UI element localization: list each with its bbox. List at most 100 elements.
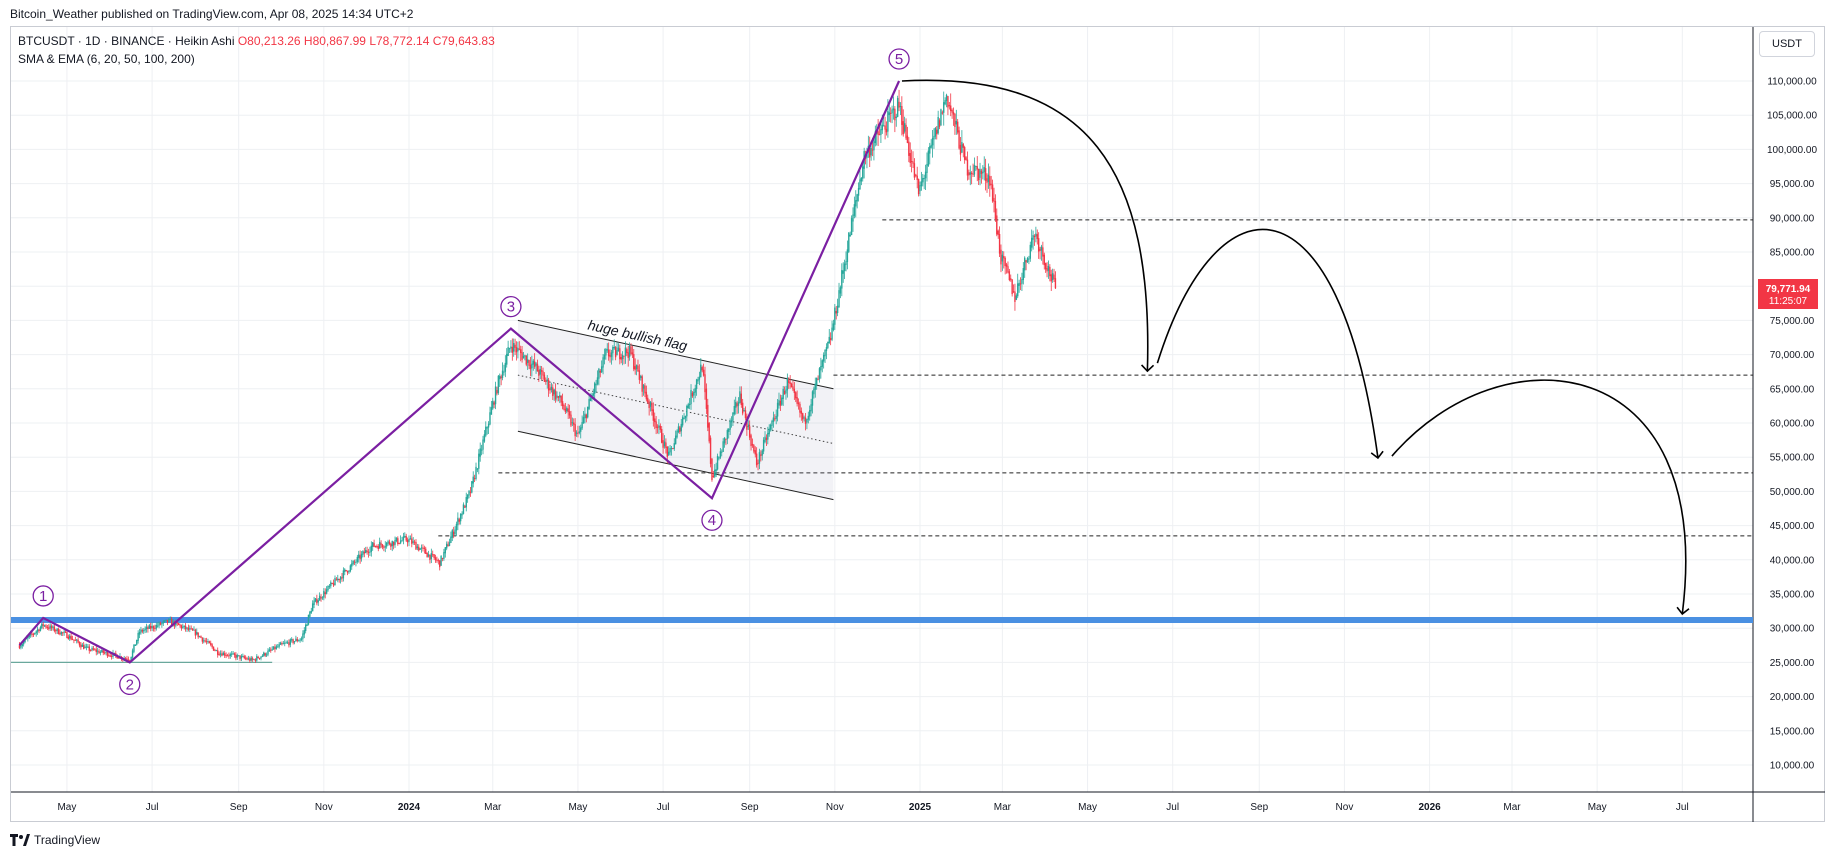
candle-body bbox=[688, 403, 691, 406]
candle-body bbox=[796, 397, 798, 404]
candle-body bbox=[162, 621, 164, 624]
candle-body bbox=[378, 541, 381, 549]
candle-body bbox=[205, 641, 208, 643]
currency-unit-button[interactable]: USDT bbox=[1759, 31, 1815, 57]
candle-body bbox=[337, 578, 339, 581]
candle-body bbox=[972, 173, 974, 175]
price-axis-ticks: 110,000.00 105,000.00 100,000.00 95,000.00 9… bbox=[1767, 77, 1817, 772]
candle-body bbox=[327, 585, 329, 591]
grid bbox=[11, 27, 1753, 792]
candle-body bbox=[151, 625, 153, 629]
candle-body bbox=[292, 639, 294, 643]
candle-body bbox=[747, 426, 749, 428]
candle-body bbox=[669, 448, 671, 453]
candle-body bbox=[77, 639, 79, 643]
candle-body bbox=[402, 536, 405, 541]
candle-body bbox=[730, 420, 733, 423]
candle-body bbox=[478, 453, 480, 469]
candle-body bbox=[50, 626, 53, 629]
candle-body bbox=[239, 655, 241, 660]
candle-body bbox=[373, 543, 375, 547]
candle-body bbox=[222, 652, 225, 656]
candle-body bbox=[215, 650, 218, 652]
wave-label-1: 1 bbox=[39, 588, 47, 605]
candle-body bbox=[891, 109, 893, 114]
candle-body bbox=[990, 183, 992, 185]
candle-body bbox=[443, 551, 445, 559]
candle-body bbox=[500, 376, 502, 379]
candle-body bbox=[45, 625, 47, 628]
candle-body bbox=[80, 644, 82, 648]
candle-body bbox=[408, 539, 410, 542]
candle-body bbox=[681, 417, 684, 426]
candle-body bbox=[154, 628, 156, 630]
candle-body bbox=[661, 429, 663, 443]
candle-body bbox=[628, 344, 631, 357]
candle-body bbox=[993, 197, 995, 202]
candle-body bbox=[338, 578, 340, 580]
candle-body bbox=[272, 646, 275, 650]
candle-body bbox=[536, 363, 539, 372]
candle-body bbox=[552, 387, 554, 397]
candle-body bbox=[31, 633, 33, 635]
indicator-legend[interactable]: SMA & EMA (6, 20, 50, 100, 200) bbox=[18, 52, 195, 66]
candle-body bbox=[680, 423, 682, 432]
candle-body bbox=[355, 561, 357, 563]
candle-body bbox=[779, 400, 782, 406]
candle-body bbox=[614, 347, 617, 358]
candle-body bbox=[853, 204, 856, 216]
candle-body bbox=[751, 443, 754, 446]
candle-body bbox=[466, 494, 469, 500]
candle-body bbox=[857, 187, 860, 196]
candle-body bbox=[476, 468, 479, 470]
candle-body bbox=[748, 426, 751, 438]
candle-body bbox=[943, 102, 945, 113]
candle-body bbox=[873, 141, 875, 151]
candle-body bbox=[843, 263, 846, 272]
candle-body bbox=[1046, 268, 1048, 272]
candle-body bbox=[810, 404, 812, 412]
candle-body bbox=[894, 108, 896, 121]
candle-body bbox=[540, 370, 543, 372]
price-chart[interactable]: 12345 huge bullish flag 110,000.00105,00… bbox=[0, 0, 1835, 857]
candle-body bbox=[700, 364, 702, 378]
candle-body bbox=[1026, 258, 1029, 263]
candle-body bbox=[640, 375, 642, 378]
candle-body bbox=[109, 655, 111, 657]
time-tick-label: Sep bbox=[741, 802, 759, 813]
candle-body bbox=[587, 406, 589, 418]
candle-body bbox=[330, 582, 332, 587]
candle-body bbox=[345, 569, 347, 572]
candle-body bbox=[598, 368, 600, 379]
candle-body bbox=[391, 540, 393, 547]
candle-body bbox=[74, 639, 77, 641]
candle-body bbox=[42, 624, 44, 626]
candle-body bbox=[687, 404, 689, 409]
candle-body bbox=[359, 555, 361, 560]
time-tick-label: Nov bbox=[826, 802, 844, 813]
candle-body bbox=[133, 644, 135, 652]
candle-body bbox=[274, 646, 276, 650]
candle-body bbox=[852, 214, 854, 222]
price-tick-label: 15,000.00 bbox=[1770, 726, 1815, 737]
candle-body bbox=[450, 536, 452, 543]
candle-body bbox=[617, 347, 620, 352]
candle-body bbox=[800, 410, 803, 414]
candle-body bbox=[295, 638, 297, 642]
candle-body bbox=[535, 363, 537, 366]
candle-body bbox=[56, 628, 58, 632]
candle-body bbox=[624, 347, 627, 356]
candle-body bbox=[655, 421, 657, 429]
candle-body bbox=[634, 366, 636, 370]
candle-body bbox=[236, 655, 238, 658]
candle-body bbox=[416, 546, 419, 549]
candle-body bbox=[958, 130, 960, 149]
candle-body bbox=[1025, 260, 1027, 263]
candle-body bbox=[542, 371, 544, 376]
symbol-info[interactable]: BTCUSDT · 1D · BINANCE · Heikin Ashi bbox=[18, 34, 235, 48]
candle-body bbox=[729, 420, 731, 430]
candle-body bbox=[986, 178, 988, 183]
candle-body bbox=[200, 636, 202, 638]
candle-body bbox=[425, 548, 427, 554]
candle-body bbox=[714, 469, 716, 477]
